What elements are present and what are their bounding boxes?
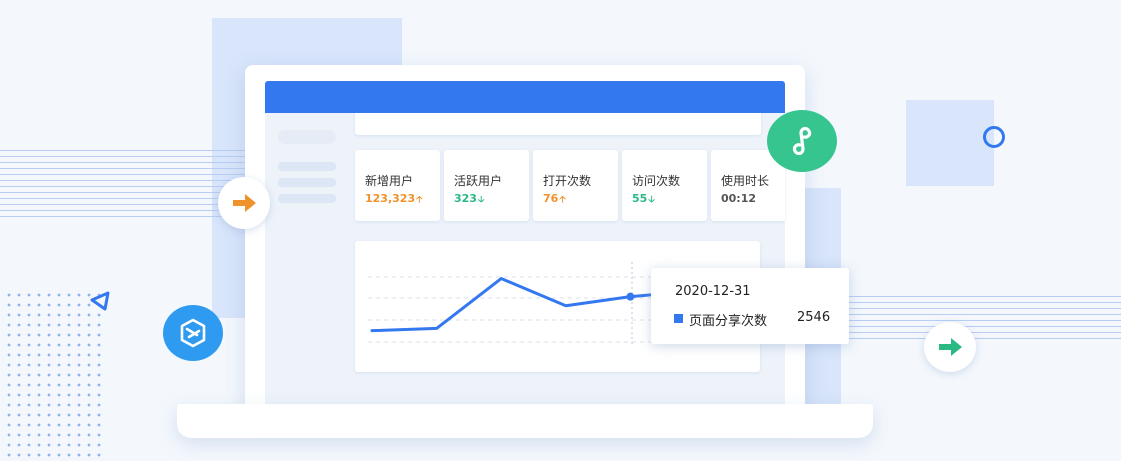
arrow-right-badge-left[interactable] [218, 177, 270, 229]
tooltip-legend-swatch [674, 314, 683, 323]
ring-icon [983, 126, 1005, 148]
logo-badge[interactable] [163, 305, 223, 361]
arrow-right-badge-right[interactable] [924, 322, 976, 372]
line-chart[interactable] [0, 0, 1121, 461]
chart-tooltip: 2020-12-31 页面分享次数 2546 [651, 268, 849, 344]
highlighted-data-point[interactable] [626, 292, 635, 301]
miniprogram-badge[interactable] [767, 110, 837, 172]
laptop-base [177, 404, 873, 438]
arrow-right-icon [939, 338, 962, 356]
series-line [370, 277, 697, 333]
tooltip-date: 2020-12-31 [675, 284, 751, 299]
link-icon [792, 126, 812, 156]
tooltip-series-name: 页面分享次数 [689, 314, 768, 329]
arrow-right-icon [233, 194, 256, 212]
hexagon-logo-icon [180, 318, 206, 348]
tooltip-value: 2546 [797, 310, 831, 325]
triangle-outline-icon [90, 291, 110, 311]
